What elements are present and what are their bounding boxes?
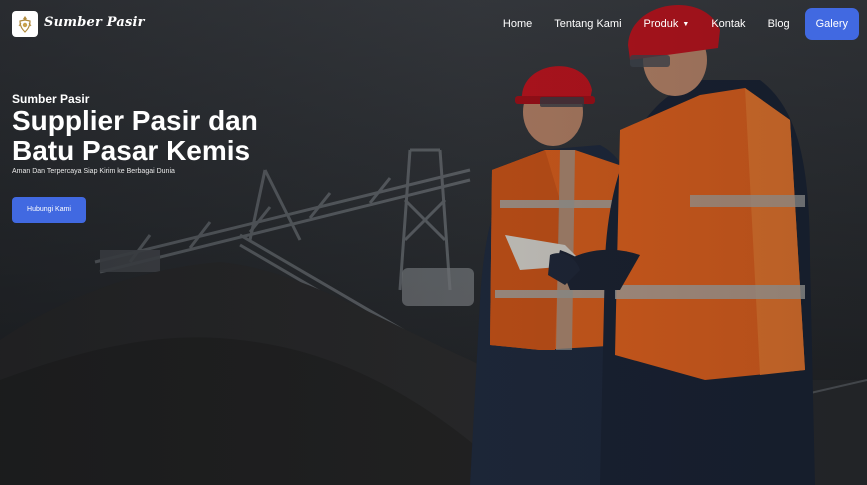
logo[interactable] — [12, 11, 38, 37]
nav-item-blog[interactable]: Blog — [757, 8, 801, 40]
hero-subtitle: Aman Dan Terpercaya Siap Kirim ke Berbag… — [12, 168, 175, 175]
brand-name[interactable]: Sumber Pasir — [44, 15, 145, 30]
nav-item-kontak[interactable]: Kontak — [700, 8, 756, 40]
hero-eyebrow: Sumber Pasir — [12, 92, 90, 106]
nav-item-home[interactable]: Home — [492, 8, 543, 40]
nav-item-tentang-kami[interactable]: Tentang Kami — [543, 8, 632, 40]
hubungi-kami-button[interactable]: Hubungi Kami — [12, 197, 86, 223]
nav-item-produk-label: Produk — [643, 17, 679, 30]
galery-button[interactable]: Galery — [804, 8, 859, 40]
caret-down-icon: ▼ — [682, 20, 690, 28]
nav-item-produk[interactable]: Produk ▼ — [633, 8, 701, 41]
navbar: Sumber Pasir Home Tentang Kami Produk ▼ K… — [0, 0, 867, 48]
crest-logo-icon — [18, 16, 32, 33]
hero-dark-overlay — [0, 0, 867, 485]
hero-title: Supplier Pasir dan Batu Pasar Kemis — [12, 105, 258, 166]
main-nav: Home Tentang Kami Produk ▼ Kontak Blog Ga… — [492, 8, 859, 40]
